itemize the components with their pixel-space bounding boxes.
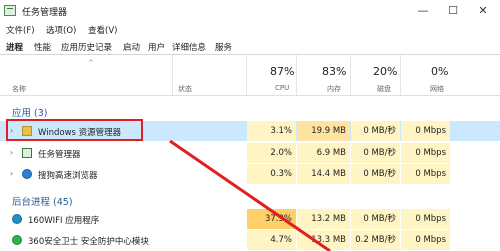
annotation-arrow-icon: [169, 139, 331, 251]
